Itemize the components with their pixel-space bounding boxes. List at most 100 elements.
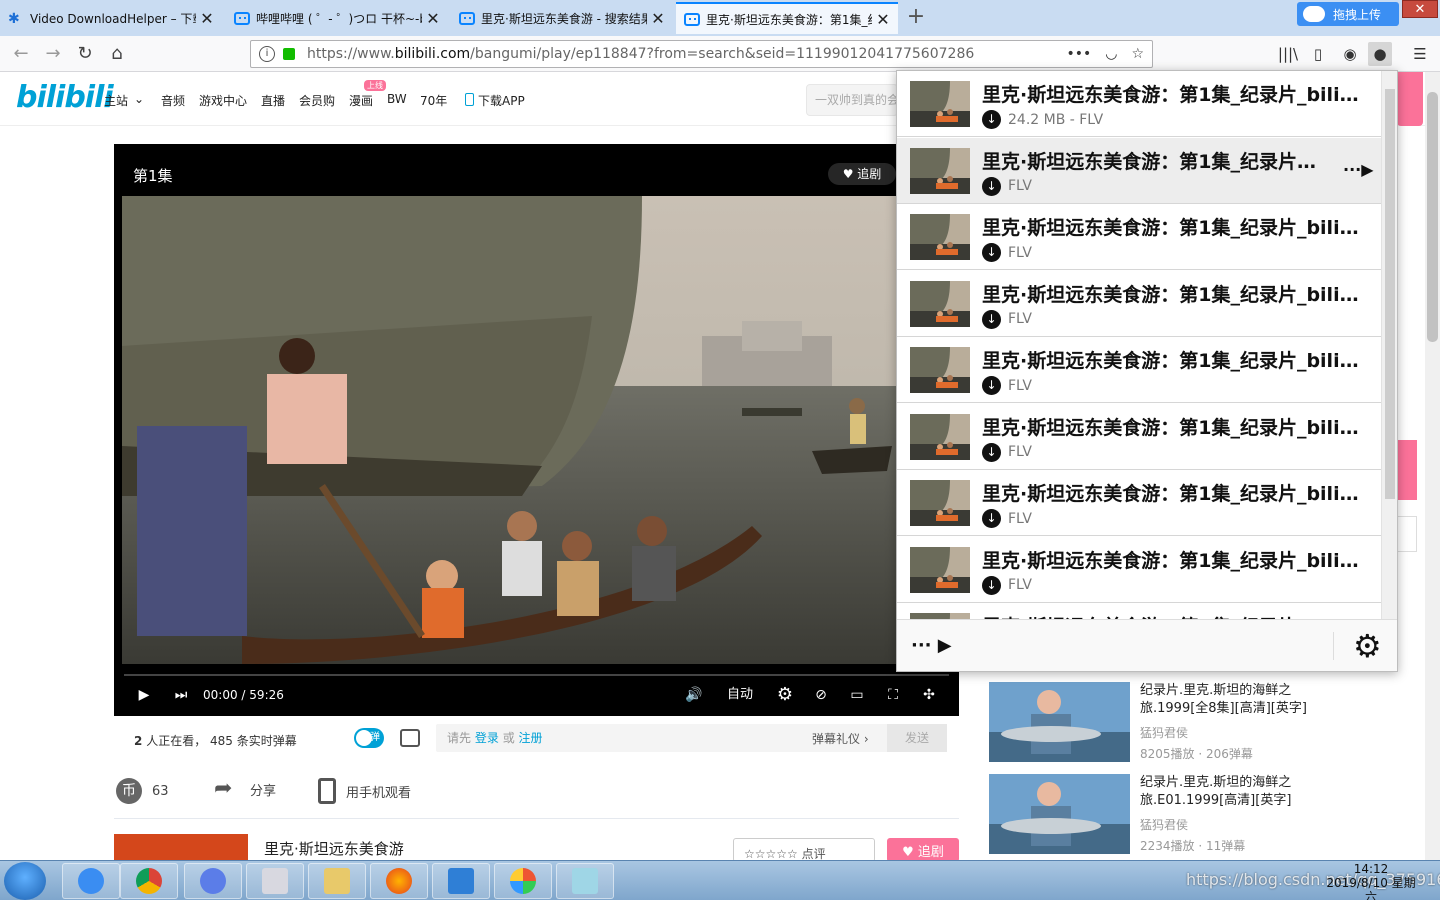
reload-icon[interactable]: ↻ (72, 42, 98, 66)
library-icon[interactable]: |||\ (1276, 42, 1300, 66)
download-icon[interactable]: ↓ (982, 575, 1001, 595)
sidebar-icon[interactable]: ▯ (1306, 42, 1330, 66)
send-button[interactable]: 发送 (887, 724, 947, 752)
page-scrollbar-thumb[interactable] (1427, 92, 1438, 342)
pocket-icon[interactable]: ◡ (1105, 46, 1117, 62)
danmaku-input[interactable]: 请先 登录 或 注册 (436, 724, 947, 752)
taskbar-clover[interactable] (494, 863, 552, 899)
recommendation-card[interactable]: 纪录片.里克.斯坦的海鲜之旅.E01.1999[高清][英字] 猛犸君侯 223… (989, 774, 1319, 856)
recommendation-thumbnail[interactable] (989, 774, 1130, 854)
video-player[interactable]: 第1集 ♥ 追剧 ▶ ⏭ 00:00 / 59:26 🔊 自动 ⚙ ⊘ ▭ ⛶ … (114, 144, 959, 716)
mobile-watch-action[interactable]: 用手机观看 (318, 778, 411, 804)
quality-selector[interactable]: 自动 (722, 684, 758, 706)
rate-button[interactable]: ☆☆☆☆☆ 点评 (733, 838, 875, 862)
side-feedback-button[interactable] (1397, 440, 1417, 500)
info-icon[interactable]: i (259, 46, 275, 62)
vdh-toolbar-icon[interactable]: ● (1368, 42, 1392, 66)
nav-bw[interactable]: BW (387, 92, 407, 106)
bilibili-logo[interactable]: bilibili (16, 80, 114, 115)
window-close-button[interactable]: ✕ (1402, 0, 1438, 18)
gear-icon[interactable]: ⚙ (774, 684, 796, 706)
download-item[interactable]: 里克·斯坦远东美食游：第1集_纪录片_bilibili_哔哩哔哩↓FLV (897, 470, 1381, 536)
popup-scrollbar-thumb[interactable] (1385, 89, 1395, 499)
search-input[interactable]: 一双帅到真的会 (806, 84, 898, 116)
download-item[interactable]: 里克·斯坦远东美食游：第1集_纪录片_bilibili_哔哩哔哩↓FLV (897, 270, 1381, 337)
new-tab-button[interactable]: + (904, 4, 928, 30)
nav-game-center[interactable]: 游戏中心 (199, 92, 247, 109)
upload-button[interactable] (1397, 72, 1423, 126)
close-icon[interactable]: ✕ (651, 9, 665, 28)
download-icon[interactable]: ↓ (982, 442, 1001, 462)
nav-shop[interactable]: 会员购 (299, 92, 335, 109)
web-fullscreen-icon[interactable]: ⛶ (882, 684, 904, 706)
item-more-button[interactable]: ···▶ (1343, 160, 1374, 179)
progress-bar[interactable] (124, 674, 949, 676)
taskbar-explorer[interactable] (308, 863, 366, 899)
recommendation-uploader[interactable]: 猛犸君侯 (1140, 816, 1188, 833)
nav-audio[interactable]: 音频 (161, 92, 185, 109)
login-link[interactable]: 登录 (475, 731, 499, 745)
menu-icon[interactable]: ☰ (1408, 42, 1432, 66)
download-icon[interactable]: ↓ (982, 509, 1001, 528)
forward-icon[interactable]: → (40, 42, 66, 66)
register-link[interactable]: 注册 (519, 731, 543, 745)
danmaku-toggle[interactable]: 弹 (354, 728, 384, 748)
taskbar-baidu-netdisk[interactable] (62, 863, 120, 899)
danmaku-off-icon[interactable]: ⊘ (810, 684, 832, 706)
download-item[interactable]: 里克·斯坦远东美食游：第1集_纪录片_bilibili_哔哩哔哩↓FLV (897, 603, 1381, 619)
taskbar-feige[interactable] (184, 863, 242, 899)
download-item[interactable]: 里克·斯坦远东美食游：第1集_纪录片_bilibili_哔哩哔哩↓FLV (897, 204, 1381, 270)
season-cover-image[interactable] (114, 834, 248, 860)
taskbar-notepad[interactable] (556, 863, 614, 899)
bookmark-star-icon[interactable]: ☆ (1131, 46, 1144, 62)
nav-main[interactable]: 主站 (104, 92, 128, 109)
video-frame[interactable] (122, 196, 899, 664)
download-item[interactable]: 里克·斯坦远东美食游：第1集_纪录片_bilibili_哔哩哔哩↓FLV (897, 536, 1381, 603)
nav-70[interactable]: 70年 (420, 92, 447, 109)
taskbar-firefox[interactable] (370, 863, 428, 899)
download-item[interactable]: 里克·斯坦远东美食游：第1集_纪录片_bilibili_哔哩哔哩 ↓ 24.2 MB… (897, 71, 1381, 137)
next-episode-icon[interactable]: ⏭ (171, 684, 191, 706)
volume-icon[interactable]: 🔊 (682, 684, 706, 706)
download-icon[interactable]: ↓ (982, 110, 1001, 129)
follow-button[interactable]: ♥ 追剧 (828, 163, 896, 185)
url-text[interactable]: https://www.bilibili.com/bangumi/play/ep… (307, 46, 974, 62)
address-bar[interactable]: i https://www.bilibili.com/bangumi/play/… (250, 40, 1153, 68)
widescreen-icon[interactable]: ▭ (846, 684, 868, 706)
tab-video-downloadhelper[interactable]: ✱ Video DownloadHelper – 下载 ✕ (0, 2, 222, 34)
download-item[interactable]: 里克·斯坦远东美食游：第1集_纪录片_bilibili_哔哩哔哩↓FLV (897, 403, 1381, 470)
recommendation-card[interactable]: 纪录片.里克.斯坦的海鲜之旅.1999[全8集][高清][英字] 猛犸君侯 82… (989, 682, 1319, 764)
nav-download-app[interactable]: 下载APP (478, 92, 525, 109)
danmaku-settings-icon[interactable] (400, 729, 420, 747)
play-icon[interactable]: ▶ (134, 684, 154, 706)
taskbar-chrome[interactable] (120, 863, 178, 899)
download-icon[interactable]: ↓ (982, 176, 1001, 196)
sync-icon[interactable]: ◉ (1338, 42, 1362, 66)
baidu-upload-button[interactable]: 拖拽上传 (1297, 2, 1399, 26)
back-icon[interactable]: ← (8, 42, 34, 66)
download-icon[interactable]: ↓ (982, 376, 1001, 395)
recommendation-uploader[interactable]: 猛犸君侯 (1140, 724, 1188, 741)
page-actions-icon[interactable]: ••• (1066, 46, 1091, 62)
clock[interactable]: 14:12 2019/8/10 星期六 (1322, 862, 1420, 900)
download-icon[interactable]: ↓ (982, 243, 1001, 262)
recommendation-title[interactable]: 纪录片.里克.斯坦的海鲜之旅.1999[全8集][高清][英字] (1140, 682, 1320, 718)
download-item[interactable]: 里克·斯坦远东美食游：第1集_纪录片_bilibili_哔哩哔哩↓FLV (897, 337, 1381, 403)
nav-comics[interactable]: 漫画 (349, 92, 373, 109)
follow-season-button[interactable]: ♥ 追剧 (887, 838, 959, 862)
close-icon[interactable]: ✕ (426, 9, 440, 28)
tab-episode-page[interactable]: 里克·斯坦远东美食游：第1集_纪 ✕ (676, 2, 898, 34)
download-item[interactable]: 里克·斯坦远东美食游：第1集_纪录片_bilibili_哔哩哔哩 ↓ FLV ···▶ (897, 137, 1381, 204)
tab-search-results[interactable]: 里克·斯坦远东美食游 - 搜索结果 ✕ (451, 2, 673, 34)
taskbar-download[interactable] (432, 863, 490, 899)
recommendation-title[interactable]: 纪录片.里克.斯坦的海鲜之旅.E01.1999[高清][英字] (1140, 774, 1320, 810)
tab-bilibili-home[interactable]: 哔哩哔哩 ( ゜- ゜)つロ 干杯~-bi ✕ (226, 2, 448, 34)
share-action[interactable]: ➦ 分享 (214, 778, 276, 800)
nav-live[interactable]: 直播 (261, 92, 285, 109)
fullscreen-icon[interactable]: ✣ (918, 684, 940, 706)
coin-action[interactable]: 币 63 (116, 778, 169, 804)
download-icon[interactable]: ↓ (982, 309, 1001, 329)
season-title[interactable]: 里克·斯坦远东美食游 (264, 838, 404, 859)
close-icon[interactable]: ✕ (876, 10, 890, 29)
home-icon[interactable]: ⌂ (104, 42, 130, 66)
